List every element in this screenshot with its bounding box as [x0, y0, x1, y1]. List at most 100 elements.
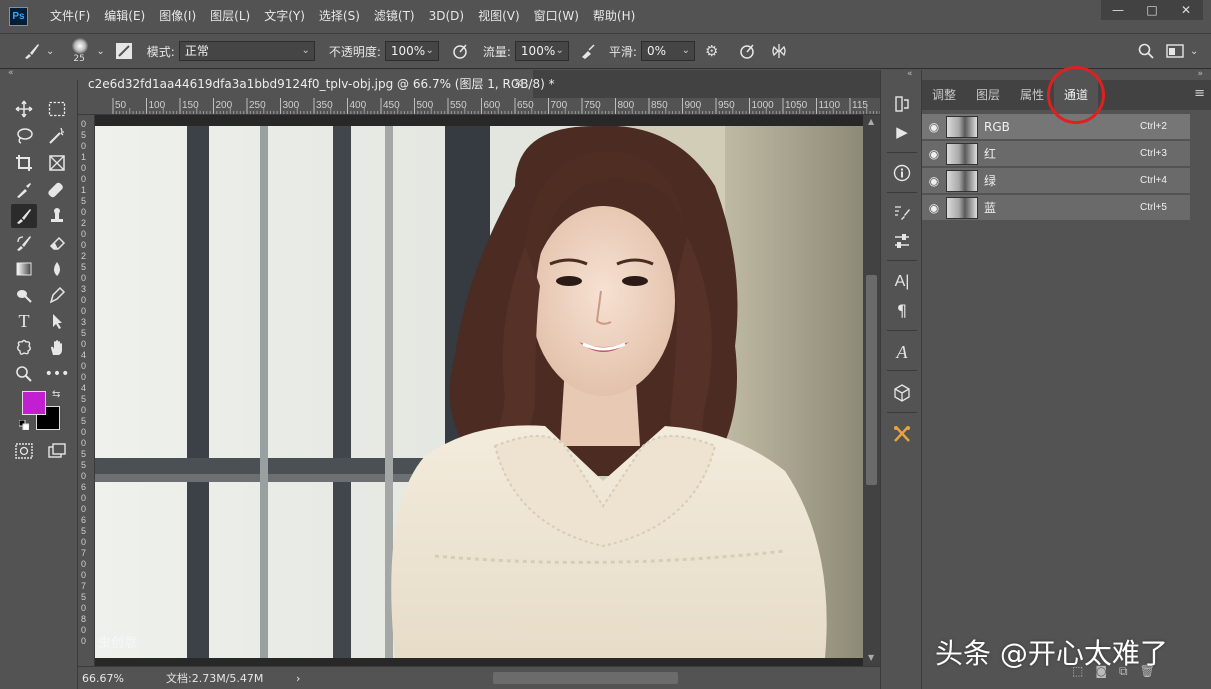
- history-icon[interactable]: [889, 92, 915, 116]
- magic-wand-tool-icon[interactable]: [44, 124, 70, 148]
- menu-type[interactable]: 文字(Y): [257, 0, 312, 32]
- marquee-tool-icon[interactable]: [44, 97, 70, 121]
- blur-tool-icon[interactable]: [44, 257, 70, 281]
- vertical-scrollbar[interactable]: ▲ ▼: [863, 115, 880, 666]
- lasso-tool-icon[interactable]: [11, 124, 37, 148]
- panel-menu-icon[interactable]: ≡: [1194, 86, 1205, 101]
- workspace-icon[interactable]: [1166, 39, 1184, 63]
- collapse-arrows-icon[interactable]: «: [8, 68, 14, 78]
- character-panel-icon[interactable]: A|: [889, 270, 915, 294]
- horizontal-scroll-thumb[interactable]: [493, 672, 678, 684]
- brush-settings-icon[interactable]: [889, 201, 915, 225]
- pressure-opacity-icon[interactable]: [451, 39, 469, 63]
- menu-edit[interactable]: 编辑(E): [97, 0, 152, 32]
- ruler-tick-label: 850: [651, 100, 668, 111]
- chevron-down-icon: ⌄: [301, 45, 310, 56]
- frame-tool-icon[interactable]: [44, 151, 70, 175]
- default-colors-icon[interactable]: [18, 419, 30, 431]
- document-photo[interactable]: [95, 126, 863, 658]
- expand-arrows-icon[interactable]: »: [1197, 69, 1203, 79]
- minimize-button[interactable]: —: [1101, 0, 1135, 20]
- menu-layer[interactable]: 图层(L): [203, 0, 257, 32]
- channel-row-blue[interactable]: ◉ 蓝 Ctrl+5: [922, 195, 1190, 221]
- 3d-cube-icon[interactable]: [889, 381, 915, 405]
- hand-tool-icon[interactable]: [44, 336, 70, 360]
- shape-tool-icon[interactable]: [11, 336, 37, 360]
- symmetry-icon[interactable]: [770, 39, 788, 63]
- zoom-level[interactable]: 66.67%: [82, 672, 152, 685]
- dodge-tool-icon[interactable]: [11, 283, 37, 307]
- ruler-tick-label: 200: [215, 100, 233, 111]
- eye-icon[interactable]: ◉: [922, 147, 946, 161]
- menu-filter[interactable]: 滤镜(T): [367, 0, 422, 32]
- airbrush-icon[interactable]: [579, 39, 597, 63]
- play-actions-icon[interactable]: ▶: [889, 120, 915, 144]
- glyphs-icon[interactable]: A: [889, 340, 915, 364]
- adjustments-sliders-icon[interactable]: [889, 229, 915, 253]
- menu-view[interactable]: 视图(V): [471, 0, 527, 32]
- pen-tool-icon[interactable]: [44, 283, 70, 307]
- search-icon[interactable]: [1138, 39, 1154, 63]
- close-window-button[interactable]: ✕: [1169, 0, 1203, 20]
- tab-layers[interactable]: 图层: [966, 80, 1010, 110]
- scroll-up-icon[interactable]: ▲: [868, 117, 874, 126]
- tool-presets-icon[interactable]: [889, 422, 915, 446]
- eraser-tool-icon[interactable]: [44, 231, 70, 255]
- scroll-down-icon[interactable]: ▼: [868, 653, 874, 662]
- tab-adjustments[interactable]: 调整: [922, 80, 966, 110]
- canvas-area[interactable]: [95, 115, 863, 666]
- type-tool-icon[interactable]: T: [11, 309, 37, 333]
- eye-icon[interactable]: ◉: [922, 174, 946, 188]
- paragraph-icon[interactable]: ¶: [889, 298, 915, 322]
- brush-tool-icon[interactable]: [11, 204, 37, 228]
- menu-select[interactable]: 选择(S): [312, 0, 367, 32]
- foreground-color-swatch[interactable]: [22, 391, 46, 415]
- vertical-ruler-tick-label: 0: [81, 537, 87, 547]
- smoothing-input[interactable]: 0% ⌄: [640, 41, 695, 61]
- screen-mode-icon[interactable]: [44, 439, 70, 463]
- zoom-tool-icon[interactable]: [11, 362, 37, 386]
- document-tab[interactable]: c2e6d32fd1aa44619dfa3a1bbd9124f0_tplv-ob…: [78, 70, 555, 98]
- brush-tool-icon[interactable]: [22, 39, 42, 63]
- info-icon[interactable]: [889, 161, 915, 185]
- menu-3d[interactable]: 3D(D): [422, 0, 471, 32]
- close-icon[interactable]: ✕: [514, 70, 523, 98]
- vertical-scroll-thumb[interactable]: [866, 275, 877, 485]
- status-menu-arrow[interactable]: ›: [296, 672, 300, 685]
- collapse-arrows-icon[interactable]: «: [907, 69, 913, 79]
- chevron-down-icon[interactable]: ⌄: [1190, 39, 1198, 63]
- eye-icon[interactable]: ◉: [922, 201, 946, 215]
- menu-file[interactable]: 文件(F): [43, 0, 97, 32]
- move-tool-icon[interactable]: [11, 97, 37, 121]
- channel-row-red[interactable]: ◉ 红 Ctrl+3: [922, 141, 1190, 167]
- pressure-size-icon[interactable]: [738, 39, 756, 63]
- brush-settings-icon[interactable]: [115, 39, 133, 63]
- mode-select[interactable]: 正常 ⌄: [178, 41, 315, 61]
- menu-help[interactable]: 帮助(H): [586, 0, 642, 32]
- eyedropper-tool-icon[interactable]: [11, 178, 37, 202]
- path-selection-tool-icon[interactable]: [44, 309, 70, 333]
- eye-icon[interactable]: ◉: [922, 120, 946, 134]
- menu-image[interactable]: 图像(I): [152, 0, 203, 32]
- more-tools-icon[interactable]: •••: [44, 362, 70, 386]
- gradient-tool-icon[interactable]: [11, 257, 37, 281]
- healing-brush-tool-icon[interactable]: [44, 178, 70, 202]
- opacity-input[interactable]: 100% ⌄: [384, 41, 439, 61]
- chevron-down-icon[interactable]: ⌄: [46, 39, 54, 63]
- crop-tool-icon[interactable]: [11, 151, 37, 175]
- clone-stamp-tool-icon[interactable]: [44, 204, 70, 228]
- quick-mask-icon[interactable]: [11, 439, 37, 463]
- channel-row-green[interactable]: ◉ 绿 Ctrl+4: [922, 168, 1190, 194]
- channel-row-rgb[interactable]: ◉ RGB Ctrl+2: [922, 114, 1190, 140]
- history-brush-tool-icon[interactable]: [11, 231, 37, 255]
- toolbar-collapse-bar[interactable]: «: [0, 68, 78, 80]
- menu-window[interactable]: 窗口(W): [527, 0, 586, 32]
- swap-colors-icon[interactable]: ⇆: [52, 389, 60, 400]
- flow-input[interactable]: 100% ⌄: [514, 41, 569, 61]
- chevron-down-icon[interactable]: ⌄: [96, 39, 104, 63]
- brush-preset-picker[interactable]: 25: [66, 36, 96, 66]
- gear-icon[interactable]: ⚙: [705, 39, 718, 63]
- flow-value: 100%: [520, 44, 556, 58]
- maximize-button[interactable]: □: [1135, 0, 1169, 20]
- vertical-ruler-tick-label: 0: [81, 471, 87, 481]
